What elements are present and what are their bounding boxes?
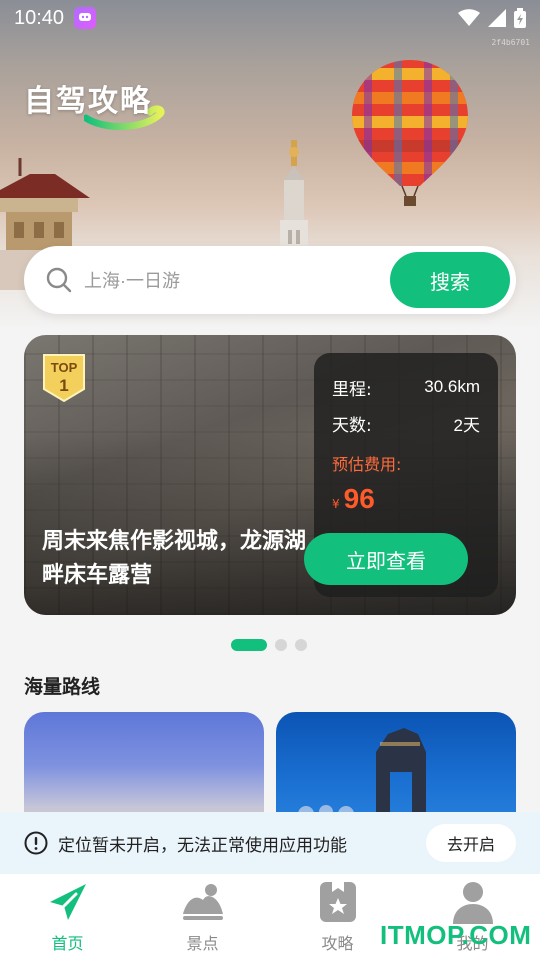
tab-home-label: 首页 (51, 934, 84, 953)
status-bar: 10:40 (0, 0, 540, 36)
enable-location-button[interactable]: 去开启 (426, 824, 516, 862)
warning-icon (24, 831, 48, 855)
location-notice-bar: 定位暂未开启，无法正常使用应用功能 去开启 (0, 812, 540, 874)
route-info-panel: 里程: 30.6km 天数: 2天 预估费用: ¥ 96 立即查看 (304, 353, 498, 597)
days-row: 天数: 2天 (332, 405, 480, 441)
tab-guide-label: 攻略 (321, 934, 354, 953)
badge-top-text: TOP (51, 360, 78, 375)
carousel-dot[interactable] (295, 639, 307, 651)
days-value: 2天 (453, 415, 480, 435)
badge-rank-text: 1 (59, 376, 68, 395)
carousel-indicator (231, 639, 307, 651)
person-icon (452, 882, 493, 924)
status-time: 10:40 (14, 6, 65, 29)
carousel-dot[interactable] (275, 639, 287, 651)
search-icon (46, 267, 72, 293)
cost-display: ¥ 96 (332, 483, 480, 515)
scenic-icon (182, 884, 223, 920)
battery-icon (514, 8, 526, 28)
cost-value: 96 (343, 483, 375, 514)
top-rank-badge: TOP 1 (43, 354, 85, 403)
search-button[interactable]: 搜索 (390, 252, 510, 308)
hot-air-balloon-illustration (352, 60, 468, 206)
mileage-row: 里程: 30.6km (332, 369, 480, 405)
featured-route-card[interactable]: TOP 1 周末来焦作影视城，龙源湖畔床车露营 里程: 30.6km 天数: 2… (24, 335, 516, 615)
currency-symbol: ¥ (332, 497, 340, 511)
corner-code: 2f4b6701 (491, 38, 530, 47)
mileage-label: 里程: (332, 379, 372, 400)
search-input[interactable]: 上海·一日游 (84, 267, 180, 293)
tab-scenic[interactable]: 景点 (135, 874, 270, 960)
bookmark-star-icon (319, 882, 356, 922)
search-bar[interactable]: 上海·一日游 搜索 (24, 246, 516, 314)
location-notice-text: 定位暂未开启，无法正常使用应用功能 (58, 835, 347, 856)
view-now-button[interactable]: 立即查看 (304, 533, 468, 585)
tab-home[interactable]: 首页 (0, 874, 135, 960)
carousel-dot-active[interactable] (231, 639, 267, 651)
featured-route-title: 周末来焦作影视城，龙源湖畔床车露营 (42, 529, 307, 588)
chat-bubble-icon (74, 7, 97, 29)
signal-icon (488, 9, 506, 27)
tab-scenic-label: 景点 (186, 934, 219, 953)
page-title: 自驾攻略 (24, 84, 152, 119)
days-label: 天数: (332, 415, 372, 436)
section-title-routes: 海量路线 (24, 676, 101, 698)
paper-plane-icon (49, 884, 86, 920)
watermark-text: ITMOP.COM (380, 920, 532, 950)
cost-label: 预估费用: (332, 455, 402, 474)
wifi-icon (458, 9, 480, 26)
mileage-value: 30.6km (424, 377, 480, 396)
